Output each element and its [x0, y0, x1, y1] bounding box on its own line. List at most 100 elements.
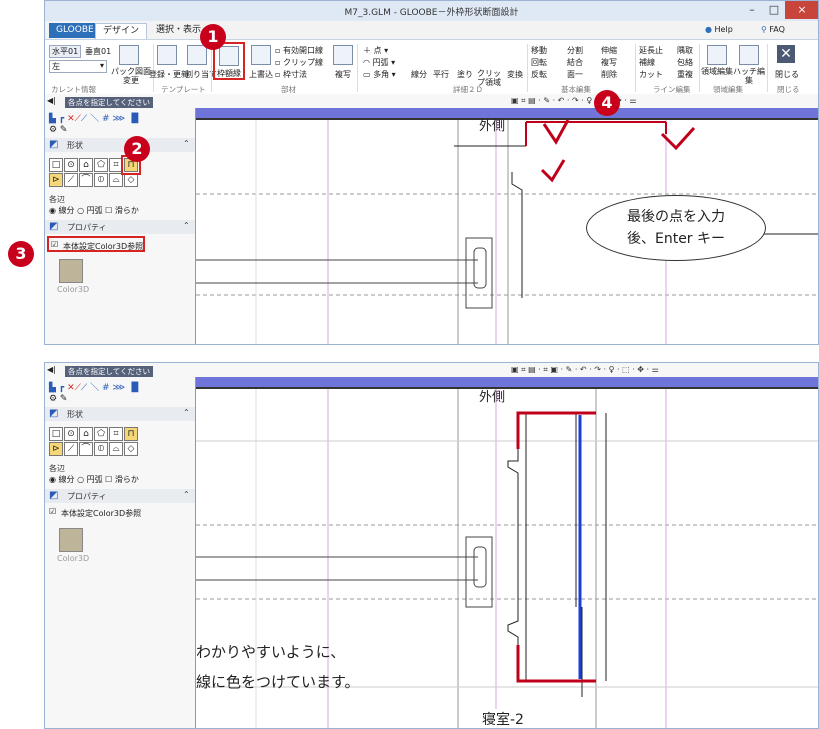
- arc-shape-icon[interactable]: ⌒: [79, 442, 93, 456]
- overwrite-button[interactable]: 上書込: [249, 69, 273, 80]
- tab-gloobe[interactable]: GLOOBE: [49, 23, 101, 38]
- arc-button[interactable]: ◠ 円弧 ▾: [363, 57, 395, 68]
- pentagon-shape-icon[interactable]: ⬠: [94, 158, 108, 172]
- house-shape-icon[interactable]: ⌂: [79, 158, 93, 172]
- envelope-button[interactable]: 包絡: [677, 57, 693, 68]
- line-shape-icon[interactable]: ⟋: [64, 442, 78, 456]
- panel-toggle-icon[interactable]: ◀|: [47, 365, 56, 374]
- split-button[interactable]: 分割: [567, 45, 583, 56]
- assign-icon[interactable]: [187, 45, 207, 65]
- flip-button[interactable]: 反転: [531, 69, 547, 80]
- clip-line-button[interactable]: ▫ クリップ線: [275, 57, 323, 68]
- house-shape-icon[interactable]: ⌂: [79, 427, 93, 441]
- collapse-icon[interactable]: ⌃: [183, 139, 190, 148]
- stretch-button[interactable]: 伸縮: [601, 45, 617, 56]
- copy-icon[interactable]: [333, 45, 353, 65]
- aux-line-button[interactable]: 補線: [639, 57, 655, 68]
- rotate-button[interactable]: 回転: [531, 57, 547, 68]
- pentagon-shape-icon[interactable]: ⬠: [94, 427, 108, 441]
- help-link[interactable]: ● Help: [705, 25, 733, 34]
- area-edit-button[interactable]: 領域編集: [701, 67, 733, 76]
- panel-toggle-icon[interactable]: ◀|: [47, 96, 56, 105]
- color-swatch[interactable]: [59, 528, 83, 552]
- rect-shape-icon[interactable]: □: [49, 427, 63, 441]
- snap-toolbar[interactable]: ▙ ┏ ✕⟋⟋ ＼ # ⋙ ▐▌: [49, 380, 189, 393]
- tab-design[interactable]: デザイン: [95, 23, 148, 39]
- minimize-icon[interactable]: –: [741, 1, 763, 19]
- circle-line-shape-icon[interactable]: ⦶: [94, 173, 108, 187]
- point-button[interactable]: ＋ 点 ▾: [363, 45, 388, 56]
- color-swatch[interactable]: [59, 259, 83, 283]
- arc2-shape-icon[interactable]: ⌓: [109, 442, 123, 456]
- pack-drawing-icon[interactable]: [119, 45, 139, 65]
- circle-line-shape-icon[interactable]: ⦶: [94, 442, 108, 456]
- fill-button[interactable]: 塗り: [457, 69, 473, 80]
- line-button[interactable]: 線分: [411, 69, 427, 80]
- frame-dim-button[interactable]: ▫ 枠寸法: [275, 69, 307, 80]
- parallel-button[interactable]: 平行: [433, 69, 449, 80]
- area-edit-icon[interactable]: [707, 45, 727, 65]
- cross-shape-icon[interactable]: ⌗: [109, 427, 123, 441]
- line-shape-icon[interactable]: ⟋: [64, 173, 78, 187]
- extend-button[interactable]: 延長止: [639, 45, 663, 56]
- freehand-shape-icon[interactable]: ⊳: [49, 442, 63, 456]
- convert-button[interactable]: 変換: [507, 69, 523, 80]
- move-button[interactable]: 移動: [531, 45, 547, 56]
- delete-button[interactable]: 削除: [601, 69, 617, 80]
- close-x-icon[interactable]: ✕: [777, 45, 795, 63]
- bottom-app-window: ◀| 各点を指定してください ▙ ┏ ✕⟋⟋ ＼ # ⋙ ▐▌ ⚙ ✎ ◩ 形状…: [44, 362, 819, 729]
- arc2-shape-icon[interactable]: ⌓: [109, 173, 123, 187]
- shape-section-header[interactable]: ◩ 形状 ⌃: [45, 138, 195, 152]
- effective-opening-button[interactable]: ▫ 有効開口線: [275, 45, 323, 56]
- color3d-checkbox[interactable]: ☑ 本体設定Color3D参照: [47, 505, 145, 521]
- cut-button[interactable]: カット: [639, 69, 663, 80]
- level-select[interactable]: 水平01: [49, 45, 82, 58]
- settings-icon[interactable]: ⚙ ✎: [49, 125, 67, 135]
- settings-icon[interactable]: ⚙ ✎: [49, 394, 67, 404]
- hatch-edit-icon[interactable]: [739, 45, 759, 65]
- vertical-select[interactable]: 垂直01: [85, 46, 111, 57]
- diamond-shape-icon[interactable]: ◇: [124, 173, 138, 187]
- checkbox-smooth[interactable]: ☐: [105, 475, 115, 484]
- overlap-button[interactable]: 重複: [677, 69, 693, 80]
- radio-arc[interactable]: ○: [77, 475, 87, 484]
- overwrite-icon[interactable]: [251, 45, 271, 65]
- pack-drawing-button[interactable]: パック図面変更: [111, 67, 151, 85]
- collapse-icon[interactable]: ⌃: [183, 490, 190, 499]
- circle-shape-icon[interactable]: ⊙: [64, 427, 78, 441]
- snap-tools-icon[interactable]: ▣ ⌗ ▤ · ⌗ ▣ · ✎ · ↶ · ↷ · ♀ · ⬚ · ✥ · ⚌: [511, 365, 659, 375]
- drawing-canvas[interactable]: 外側 最後の点を入力 後、Enter キー: [195, 108, 818, 344]
- polyline-shape-icon[interactable]: ⊓: [124, 427, 138, 441]
- arc-shape-icon[interactable]: ⌒: [79, 173, 93, 187]
- color3d-checkbox[interactable]: ☑ 本体設定Color3D参照: [47, 236, 145, 252]
- collapse-icon[interactable]: ⌃: [183, 408, 190, 417]
- register-button[interactable]: 登録・更新: [149, 69, 189, 80]
- polygon-button[interactable]: ▭ 多角 ▾: [363, 69, 396, 80]
- rect-shape-icon[interactable]: □: [49, 158, 63, 172]
- circle-shape-icon[interactable]: ⊙: [64, 158, 78, 172]
- checkbox-smooth[interactable]: ☐: [105, 206, 115, 215]
- close-button[interactable]: 閉じる: [775, 69, 799, 80]
- join-button[interactable]: 結合: [567, 57, 583, 68]
- copy-button[interactable]: 複写: [335, 69, 351, 80]
- corner-button[interactable]: 隅取: [677, 45, 693, 56]
- radio-arc[interactable]: ○: [77, 206, 87, 215]
- property-section-header[interactable]: ◩ プロパティ ⌃: [45, 489, 195, 503]
- collapse-icon[interactable]: ⌃: [183, 221, 190, 230]
- flush-button[interactable]: 面一: [567, 69, 583, 80]
- duplicate-button[interactable]: 複写: [601, 57, 617, 68]
- property-section-header[interactable]: ◩ プロパティ ⌃: [45, 220, 195, 234]
- radio-line[interactable]: ◉: [49, 475, 59, 484]
- radio-line[interactable]: ◉: [49, 206, 59, 215]
- register-icon[interactable]: [157, 45, 177, 65]
- drawing-canvas-result[interactable]: 外側 ※ わかりやすいように、 線に色をつけています。: [195, 377, 818, 728]
- snap-toolbar[interactable]: ▙ ┏ ✕⟋⟋ ＼ # ⋙ ▐▌: [49, 111, 189, 124]
- diamond-shape-icon[interactable]: ◇: [124, 442, 138, 456]
- freehand-shape-icon[interactable]: ⊳: [49, 173, 63, 187]
- maximize-icon[interactable]: □: [763, 1, 785, 19]
- hatch-edit-button[interactable]: ハッチ編集: [733, 67, 765, 85]
- close-icon[interactable]: ×: [785, 1, 818, 19]
- side-select[interactable]: 左 ▾: [49, 60, 107, 73]
- faq-link[interactable]: ⚲ FAQ: [761, 25, 785, 34]
- shape-section-header[interactable]: ◩ 形状 ⌃: [45, 407, 195, 421]
